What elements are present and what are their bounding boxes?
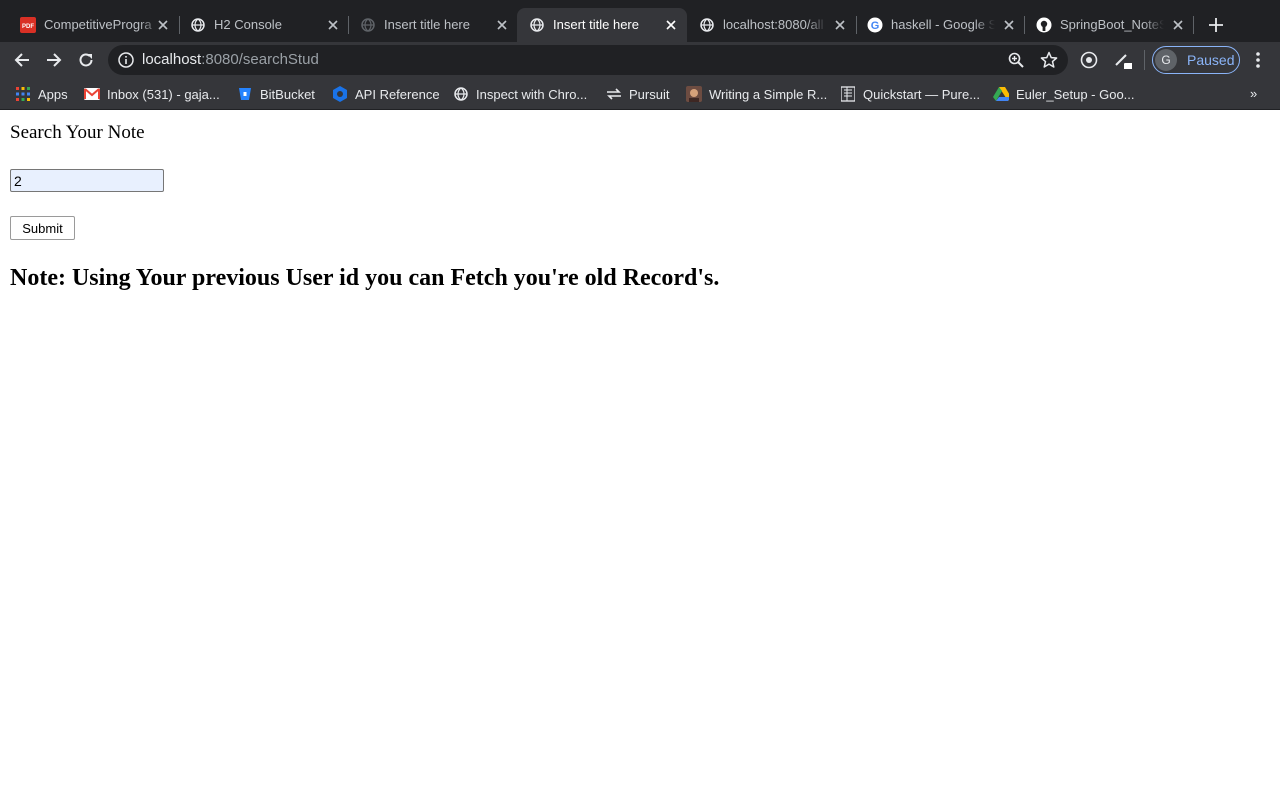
bookmark-label: BitBucket [260,86,315,102]
github-icon [1036,17,1052,33]
tab-strip: PDF CompetitiveProgra H2 Console Insert … [0,0,1280,42]
tab-localhost-all[interactable]: localhost:8080/all [687,8,857,42]
bookmark-writing-simple[interactable]: Writing a Simple R... [686,85,827,103]
reload-button[interactable] [74,48,98,72]
bookmark-label: Euler_Setup - Goo... [1016,86,1135,102]
close-icon[interactable] [494,17,510,33]
bitbucket-icon [237,86,253,102]
bookmark-star-icon[interactable] [1040,51,1058,69]
pen-extension-icon[interactable] [1114,51,1132,69]
bookmark-label: Inbox (531) - gaja... [107,86,220,102]
bookmark-apps[interactable]: Apps [15,85,68,103]
bookmark-label: Inspect with Chro... [476,86,588,102]
bookmark-euler-setup[interactable]: Euler_Setup - Goo... [993,85,1135,103]
back-button[interactable] [10,48,34,72]
bookmark-label: Pursuit [629,86,670,102]
close-icon[interactable] [663,17,679,33]
plus-icon [1209,18,1223,32]
page-title: Search Your Note [10,122,145,143]
reload-icon [79,53,93,67]
bookmark-label: API Reference [355,86,440,102]
bookmark-bitbucket[interactable]: BitBucket [237,85,315,103]
tab-title: Insert title here [384,17,470,32]
tab-insert-title-active[interactable]: Insert title here [517,8,687,42]
note-text: Note: Using Your previous User id you ca… [10,265,720,291]
tab-competitive-programming[interactable]: PDF CompetitiveProgra [8,8,178,42]
info-icon[interactable] [118,52,134,68]
close-icon[interactable] [832,17,848,33]
bookmark-label: Writing a Simple R... [709,86,828,102]
tab-title: localhost:8080/all [723,17,824,32]
globe-icon [529,17,545,33]
tab-springboot-notes[interactable]: SpringBoot_NoteS [1024,8,1194,42]
tab-title: CompetitiveProgra [44,17,152,32]
profile-button[interactable]: G Paused [1152,46,1240,74]
arrow-right-icon [47,53,62,67]
url-host: localhost [142,51,202,68]
gmail-icon [84,86,100,102]
bookmark-pursuit[interactable]: Pursuit [606,85,669,103]
bookmark-label: Apps [38,86,68,102]
pdf-icon: PDF [20,17,36,33]
globe-icon [190,17,206,33]
user-id-input[interactable] [10,169,164,192]
svg-text:PDF: PDF [22,24,34,30]
close-icon[interactable] [155,17,171,33]
forward-button[interactable] [42,48,66,72]
close-icon[interactable] [1001,17,1017,33]
bookmarks-bar: Apps Inbox (531) - gaja... BitBucket API… [0,78,1280,110]
svg-text:G: G [871,20,880,32]
new-tab-button[interactable] [1204,13,1228,37]
bookmark-api-reference[interactable]: API Reference [332,85,440,103]
globe-icon [453,86,469,102]
toolbar-separator [1144,50,1145,70]
url-path: :8080/searchStud [201,51,319,68]
bookmark-gmail-inbox[interactable]: Inbox (531) - gaja... [84,85,220,103]
tab-insert-title-1[interactable]: Insert title here [348,8,518,42]
avatar: G [1155,49,1177,71]
bookmark-label: Quickstart — Pure... [863,86,981,102]
bookmark-inspect-with-chrome[interactable]: Inspect with Chro... [453,85,587,103]
globe-icon [360,17,376,33]
extension-icon[interactable] [1080,51,1098,69]
google-icon: G [867,17,883,33]
pursuit-icon [606,86,622,102]
bookmarks-overflow-button[interactable]: » [1250,86,1257,101]
apps-grid-icon [15,86,31,102]
tab-title: Insert title here [553,17,639,32]
page-content: Search Your Note Submit Note: Using Your… [0,111,1280,800]
browser-toolbar: localhost:8080/searchStud G Paused [0,42,1280,78]
drive-icon [993,86,1009,102]
arrow-left-icon [14,53,29,67]
bookmark-quickstart[interactable]: Quickstart — Pure... [840,85,980,103]
submit-button[interactable]: Submit [10,216,75,240]
address-bar[interactable]: localhost:8080/searchStud [108,45,1068,75]
api-icon [332,86,348,102]
tab-h2-console[interactable]: H2 Console [178,8,348,42]
tab-title: haskell - Google S [891,17,995,32]
tab-haskell-google-search[interactable]: G haskell - Google S [855,8,1025,42]
tab-separator [1193,16,1194,34]
avatar-icon [686,86,702,102]
globe-icon [699,17,715,33]
kebab-menu-icon[interactable] [1250,50,1266,70]
tab-title: H2 Console [214,17,282,32]
profile-status: Paused [1187,52,1235,68]
close-icon[interactable] [325,17,341,33]
tab-title: SpringBoot_NoteS [1060,17,1164,32]
url-text[interactable]: localhost:8080/searchStud [142,52,319,68]
doc-icon [840,86,856,102]
zoom-icon[interactable] [1008,52,1024,68]
close-icon[interactable] [1170,17,1186,33]
